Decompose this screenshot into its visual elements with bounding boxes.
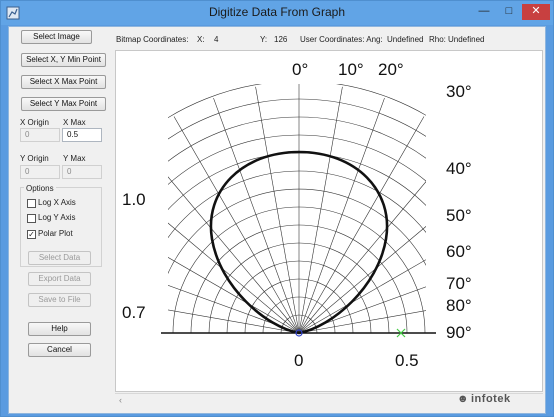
top-angle-label: 10°	[338, 60, 364, 79]
right-angle-label: 40°	[446, 159, 472, 178]
title-bar: Digitize Data From Graph — □ ✕	[1, 1, 553, 25]
log-y-axis-label: Log Y Axis	[38, 213, 76, 222]
polar-grid-circle	[168, 134, 426, 186]
log-x-axis-label: Log X Axis	[38, 198, 76, 207]
bottom-scale-label: 0	[294, 351, 303, 370]
polar-grid-radial	[298, 286, 426, 334]
polar-grid-radial	[298, 86, 343, 334]
polar-plot-label: Polar Plot	[38, 229, 73, 238]
rho-scale-label: 1.0	[122, 190, 146, 209]
watermark-text: infotek	[471, 393, 511, 405]
top-angle-label: 20°	[378, 60, 404, 79]
polar-grid	[168, 84, 426, 335]
scroll-left-arrow-icon[interactable]: ‹	[119, 395, 122, 405]
right-angle-label: 30°	[446, 82, 472, 101]
log-y-axis-checkbox-box[interactable]	[27, 214, 36, 223]
close-button[interactable]: ✕	[522, 4, 550, 20]
polar-grid-radial	[173, 116, 300, 334]
x-origin-field: 0	[20, 128, 60, 142]
polar-grid-radial	[298, 310, 426, 334]
minimize-button[interactable]: —	[472, 4, 496, 20]
select-y-max-point-button[interactable]: Select Y Max Point	[21, 97, 106, 111]
maximize-button[interactable]: □	[497, 4, 521, 20]
y-origin-label: Y Origin	[20, 154, 49, 163]
dialog-client-area: Select Image Select X, Y Min Point Selec…	[8, 26, 546, 414]
save-to-file-button[interactable]: Save to File	[28, 293, 91, 307]
x-origin-label: X Origin	[20, 118, 49, 127]
polar-grid-radial	[298, 181, 426, 334]
y-origin-field: 0	[20, 165, 60, 179]
angle-value: Undefined	[387, 35, 424, 44]
options-group-label: Options	[24, 184, 56, 193]
polar-grid-radial	[255, 86, 300, 334]
y-max-label: Y Max	[63, 154, 86, 163]
rho-label: Rho:	[429, 35, 446, 44]
bitmap-y-label: Y:	[260, 35, 268, 44]
select-data-button[interactable]: Select Data	[28, 251, 91, 265]
select-x-max-point-button[interactable]: Select X Max Point	[21, 75, 106, 89]
polar-grid-circle	[168, 84, 426, 119]
bitmap-x-label: X:	[197, 35, 205, 44]
window-title: Digitize Data From Graph	[208, 5, 346, 19]
polar-grid-radial	[213, 97, 300, 334]
right-angle-label: 70°	[446, 274, 472, 293]
polar-grid-radial	[298, 116, 425, 334]
bitmap-y-value: 126	[274, 35, 288, 44]
polar-graph-image[interactable]: 0° 10° 20° 30° 40° 50° 60° 70° 80° 90° 1.0 0.7 0 0.5	[116, 51, 544, 393]
right-angle-label: 80°	[446, 296, 472, 315]
y-max-field: 0	[62, 165, 102, 179]
bitmap-x-value: 4	[214, 35, 219, 44]
help-button[interactable]: Help	[28, 322, 91, 336]
cancel-button[interactable]: Cancel	[28, 343, 91, 357]
select-xy-min-point-button[interactable]: Select X, Y Min Point	[21, 53, 106, 67]
right-angle-label: 60°	[446, 242, 472, 261]
export-data-button[interactable]: Export Data	[28, 272, 91, 286]
select-image-button[interactable]: Select Image	[21, 30, 92, 44]
x-max-label: X Max	[63, 118, 86, 127]
right-angle-label: 90°	[446, 323, 472, 342]
right-angle-label: 50°	[446, 206, 472, 225]
polar-grid-radial	[298, 259, 426, 334]
app-window: Digitize Data From Graph — □ ✕ Select Im…	[0, 0, 554, 417]
polar-grid-radial	[298, 97, 385, 334]
user-coordinates-label: User Coordinates: Ang:	[300, 35, 383, 44]
x-max-field[interactable]: 0.5	[62, 128, 102, 142]
polar-plot-checkbox-box[interactable]: ✓	[27, 230, 36, 239]
log-x-axis-checkbox-box[interactable]	[27, 199, 36, 208]
rho-value: Undefined	[448, 35, 485, 44]
wechat-icon: ☻	[457, 393, 469, 405]
bottom-scale-label: 0.5	[395, 351, 419, 370]
graph-image-canvas[interactable]: 0° 10° 20° 30° 40° 50° 60° 70° 80° 90° 1.0 0.7 0 0.5	[115, 50, 543, 392]
bitmap-coordinates-label: Bitmap Coordinates:	[116, 35, 189, 44]
polar-grid-radial	[168, 176, 300, 334]
rho-scale-label: 0.7	[122, 303, 146, 322]
top-angle-label: 0°	[292, 60, 308, 79]
